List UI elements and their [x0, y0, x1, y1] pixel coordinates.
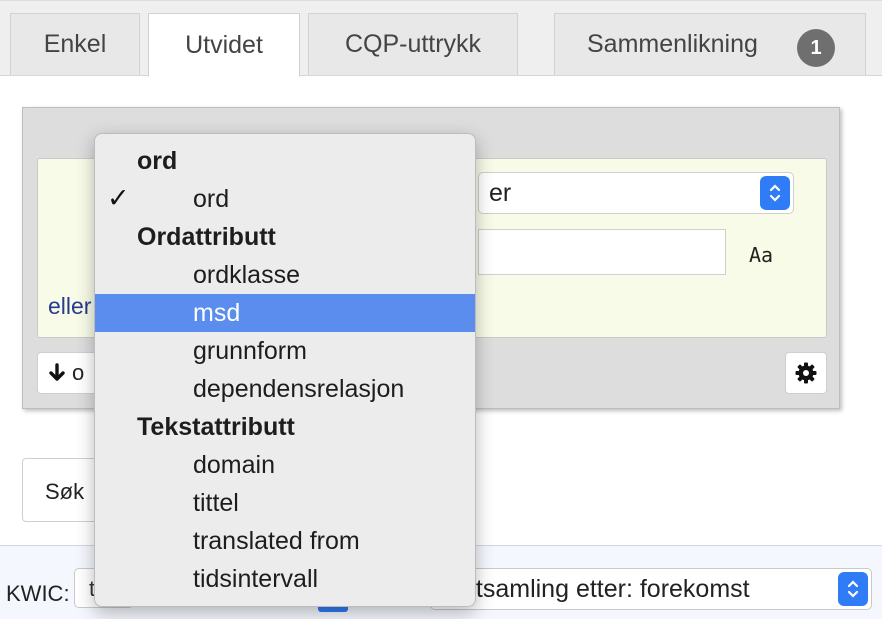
- arrow-down-icon: [49, 363, 65, 381]
- checkmark-icon: ✓: [107, 183, 130, 213]
- dropdown-option-translated-from[interactable]: translated from: [95, 522, 475, 560]
- dropdown-option-label: ordklasse: [193, 261, 300, 289]
- attribute-select-value: er: [489, 179, 512, 207]
- tab-utvidet-label: Utvidet: [185, 31, 263, 59]
- dropdown-group-label: Tekstattributt: [137, 413, 295, 441]
- sort-select-value: ekstsamling etter: forekomst: [437, 575, 750, 603]
- dropdown-option-label: dependensrelasjon: [193, 375, 405, 403]
- dropdown-option-label: tittel: [193, 489, 239, 517]
- tab-sammenlikning-label: Sammenlikning: [587, 30, 758, 58]
- dropdown-option-ord[interactable]: ✓ ord: [95, 180, 475, 218]
- or-label: eller: [48, 293, 92, 319]
- select-stepper-icon: [760, 176, 790, 210]
- dropdown-option-ordklasse[interactable]: ordklasse: [95, 256, 475, 294]
- dropdown-option-domain[interactable]: domain: [95, 446, 475, 484]
- dropdown-option-label: domain: [193, 451, 275, 479]
- search-button-label: Søk: [45, 479, 85, 504]
- comparison-count-badge: 1: [797, 29, 835, 67]
- dropdown-option-msd[interactable]: msd: [95, 294, 475, 332]
- tab-enkel[interactable]: Enkel: [10, 13, 140, 75]
- dropdown-option-label: msd: [193, 299, 241, 327]
- dropdown-group-label: Ordattributt: [137, 223, 276, 251]
- tab-enkel-label: Enkel: [43, 30, 107, 58]
- attribute-select[interactable]: er: [478, 172, 794, 214]
- dropdown-group-tekstattributt: Tekstattributt: [95, 408, 475, 446]
- tab-bar: Enkel Utvidet CQP-uttrykk Sammenlikning …: [0, 0, 882, 77]
- dropdown-option-label: translated from: [193, 527, 360, 555]
- dropdown-option-label: tidsintervall: [193, 565, 319, 593]
- attribute-dropdown-menu[interactable]: ord ✓ ord Ordattributt ordklasse msd gru…: [94, 133, 476, 607]
- dropdown-option-dependensrelasjon[interactable]: dependensrelasjon: [95, 370, 475, 408]
- tab-sammenlikning[interactable]: Sammenlikning 1: [554, 13, 866, 75]
- sort-stepper-icon: [838, 572, 868, 606]
- tab-bar-baseline: [0, 75, 882, 76]
- dropdown-option-tidsintervall[interactable]: tidsintervall: [95, 560, 475, 598]
- case-insensitive-toggle[interactable]: Aa: [749, 243, 773, 267]
- dropdown-group-ordattributt: Ordattributt: [95, 218, 475, 256]
- value-input[interactable]: [478, 229, 726, 275]
- sort-select[interactable]: ekstsamling etter: forekomst: [430, 568, 872, 610]
- add-or-label: o: [72, 360, 85, 385]
- dropdown-option-label: grunnform: [193, 337, 307, 365]
- dropdown-option-grunnform[interactable]: grunnform: [95, 332, 475, 370]
- dropdown-group-ord: ord: [95, 142, 475, 180]
- settings-button[interactable]: [785, 352, 827, 394]
- tab-utvidet[interactable]: Utvidet: [148, 13, 300, 77]
- dropdown-group-label: ord: [137, 147, 178, 175]
- dropdown-option-label: ord: [193, 185, 230, 213]
- gear-icon: [795, 362, 817, 384]
- tab-cqp[interactable]: CQP-uttrykk: [308, 13, 518, 75]
- dropdown-option-tittel[interactable]: tittel: [95, 484, 475, 522]
- tab-cqp-label: CQP-uttrykk: [344, 30, 482, 58]
- kwic-label: KWIC:: [6, 581, 70, 606]
